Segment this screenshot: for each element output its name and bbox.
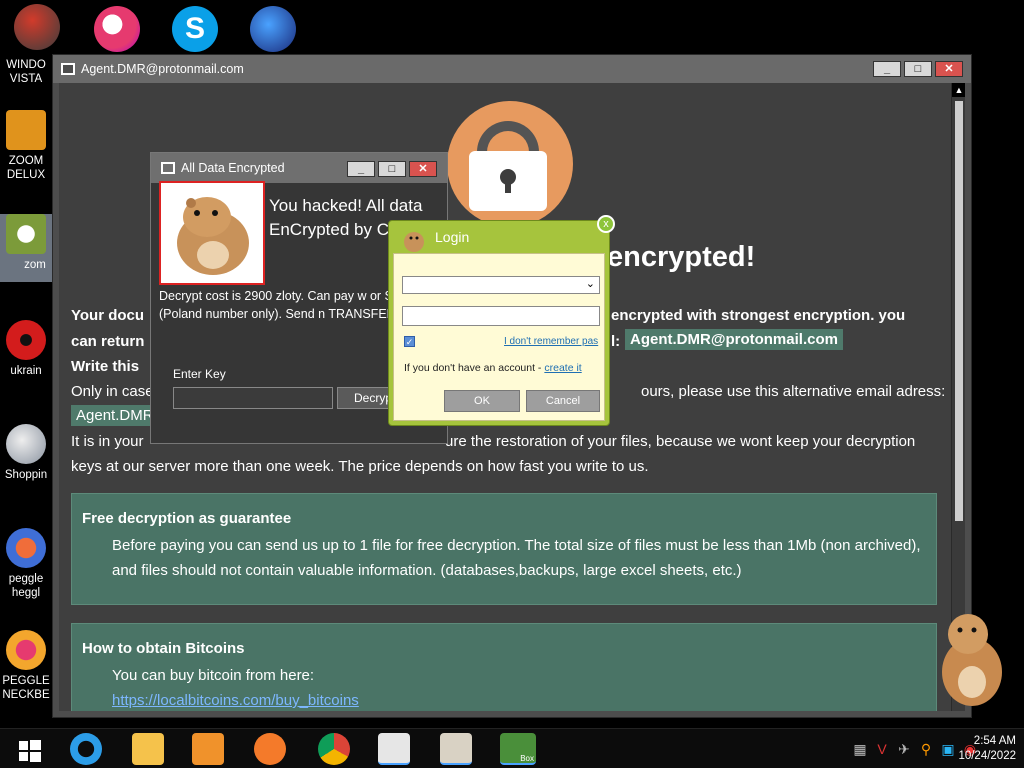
desktop-icon-label: peggle heggl (8, 573, 44, 599)
hamster-mascot[interactable] (934, 606, 1008, 710)
enter-key-label: Enter Key (173, 367, 226, 381)
password-input[interactable] (402, 306, 600, 326)
flower-icon (6, 214, 46, 254)
key-input[interactable] (173, 387, 333, 409)
text-line: It is in your (71, 433, 144, 450)
scroll-up-button[interactable]: ▲ (952, 83, 965, 97)
explorer-icon[interactable] (132, 733, 164, 765)
desktop-icon-label: ukrain (10, 365, 42, 377)
contact-email: Agent.DMR@protonmail.com (625, 329, 843, 350)
minimize-button[interactable]: _ (347, 161, 375, 177)
panel-title: How to obtain Bitcoins (82, 640, 245, 657)
chevron-down-icon: ⌄ (585, 278, 595, 290)
windows-vista-icon[interactable] (14, 4, 60, 50)
ransom-heading: You hacked! All data (269, 196, 423, 215)
no-account-text: If you don't have an account - create it (404, 362, 582, 374)
start-icon[interactable] (14, 733, 46, 765)
ie-icon[interactable] (70, 733, 102, 765)
search-icon[interactable]: ⚲ (918, 741, 934, 758)
peggle-icon (6, 630, 46, 670)
ransom-heading: EnCrypted by C (269, 220, 389, 239)
text-line: ours, please use this alternative email … (641, 383, 946, 400)
window-title: All Data Encrypted (181, 161, 285, 175)
create-account-link[interactable]: create it (544, 362, 581, 374)
skype-icon[interactable]: S (172, 6, 218, 52)
desktop-icon-shopping[interactable]: Shoppin (0, 424, 52, 482)
maximize-button[interactable]: □ (378, 161, 406, 177)
window-title: Agent.DMR@protonmail.com (81, 62, 244, 76)
desktop-icon-label: Shoppin (4, 469, 48, 481)
chrome-icon[interactable] (318, 733, 350, 765)
clock[interactable]: 2:54 AM 10/24/2022 (958, 734, 1016, 764)
desktop-icon-label: ZOOM DELUX (6, 155, 46, 181)
desktop-icon-label: PEGGLE NECKBE (2, 675, 50, 701)
watch-icon[interactable] (440, 733, 472, 765)
desktop-icon-zom[interactable]: zom (0, 214, 52, 282)
keyhole-slot (505, 179, 511, 193)
desktop-icon-peggle-neckbeard[interactable]: PEGGLE NECKBE (0, 630, 52, 702)
title-bar[interactable]: Agent.DMR@protonmail.com (53, 55, 971, 83)
bitcoin-panel: How to obtain Bitcoins You can buy bitco… (71, 623, 937, 711)
text-line: Write this (71, 358, 140, 375)
forgot-password-link[interactable]: I don't remember pas (504, 336, 598, 347)
free-decryption-panel: Free decryption as guarantee Before payi… (71, 493, 937, 605)
close-button[interactable]: ✕ (935, 61, 963, 77)
text-line: can return (71, 333, 145, 350)
account-dropdown[interactable]: ⌄ (402, 276, 600, 294)
minimize-button[interactable]: _ (873, 61, 901, 77)
text-line: encrypted with strongest encryption. you (611, 307, 906, 324)
uc-browser-icon[interactable] (254, 733, 286, 765)
text-line: Only in case (71, 383, 154, 400)
clock-time: 2:54 AM (973, 735, 1016, 747)
scroll-thumb[interactable] (955, 101, 963, 521)
desktop-icon-windows-vista[interactable]: WINDO VISTA (0, 58, 52, 86)
text-line: keys at our server more than one week. T… (71, 458, 649, 475)
no-account-label: If you don't have an account - (404, 362, 542, 374)
app-icon (161, 162, 175, 174)
window-controls: _ □ ✕ (347, 161, 437, 177)
text-line: Your docu (71, 307, 145, 324)
document-icon[interactable] (378, 733, 410, 765)
taskbar: Box ▦ V ✈ ⚲ ▣ ◉ 2:54 AM 10/24/2022 (0, 728, 1024, 768)
close-button[interactable]: ✕ (409, 161, 437, 177)
media-player-icon[interactable] (192, 733, 224, 765)
radiation-icon (6, 320, 46, 360)
clock-date: 10/24/2022 (958, 750, 1016, 762)
desktop-icon-zoom[interactable]: ZOOM DELUX (0, 110, 52, 182)
alt-email: Agent.DMR (71, 405, 159, 426)
remember-checkbox[interactable]: ✓ (404, 336, 415, 347)
login-dialog[interactable]: Login x ⌄ ✓ I don't remember pas If you … (388, 215, 615, 426)
desktop-icon-peggle-heggle[interactable]: peggle heggl (0, 528, 52, 600)
app-icon (61, 63, 75, 75)
box-label: Box (520, 754, 534, 763)
cancel-button[interactable]: Cancel (526, 390, 600, 412)
zoom-icon (6, 110, 46, 150)
desktop-icon-label: zom (24, 259, 46, 271)
hamster-avatar-icon (404, 232, 424, 252)
window-controls: _ □ ✕ (873, 61, 963, 77)
close-icon[interactable]: x (597, 215, 615, 233)
text-line: l: (611, 333, 621, 350)
hamster-image (159, 181, 265, 285)
flash-icon (6, 424, 46, 464)
bitcoin-link[interactable]: https://localbitcoins.com/buy_bitcoins (112, 692, 359, 709)
qr-icon[interactable]: ▦ (852, 741, 868, 758)
display-icon[interactable]: ▣ (940, 741, 956, 758)
antivirus-icon[interactable]: V (874, 741, 890, 757)
panel-title: Free decryption as guarantee (82, 510, 292, 527)
maximize-button[interactable]: □ (904, 61, 932, 77)
ok-button[interactable]: OK (444, 390, 520, 412)
headline: encrypted! (607, 241, 756, 273)
text-line: ure the restoration of your files, becau… (445, 433, 916, 450)
panel-body: Before paying you can send us up to 1 fi… (112, 537, 921, 579)
peggle-icon (6, 528, 46, 568)
globe-icon[interactable] (250, 6, 296, 52)
desktop-icon-ukrain[interactable]: ukrain (0, 320, 52, 378)
peggle-icon[interactable] (94, 6, 140, 52)
desktop-icon-label: WINDO VISTA (6, 59, 46, 85)
hamster-box-icon[interactable]: Box (500, 733, 536, 765)
panel-body: You can buy bitcoin from here: (112, 667, 315, 684)
login-form: ⌄ ✓ I don't remember pas If you don't ha… (393, 253, 605, 421)
network-icon[interactable]: ✈ (896, 741, 912, 758)
